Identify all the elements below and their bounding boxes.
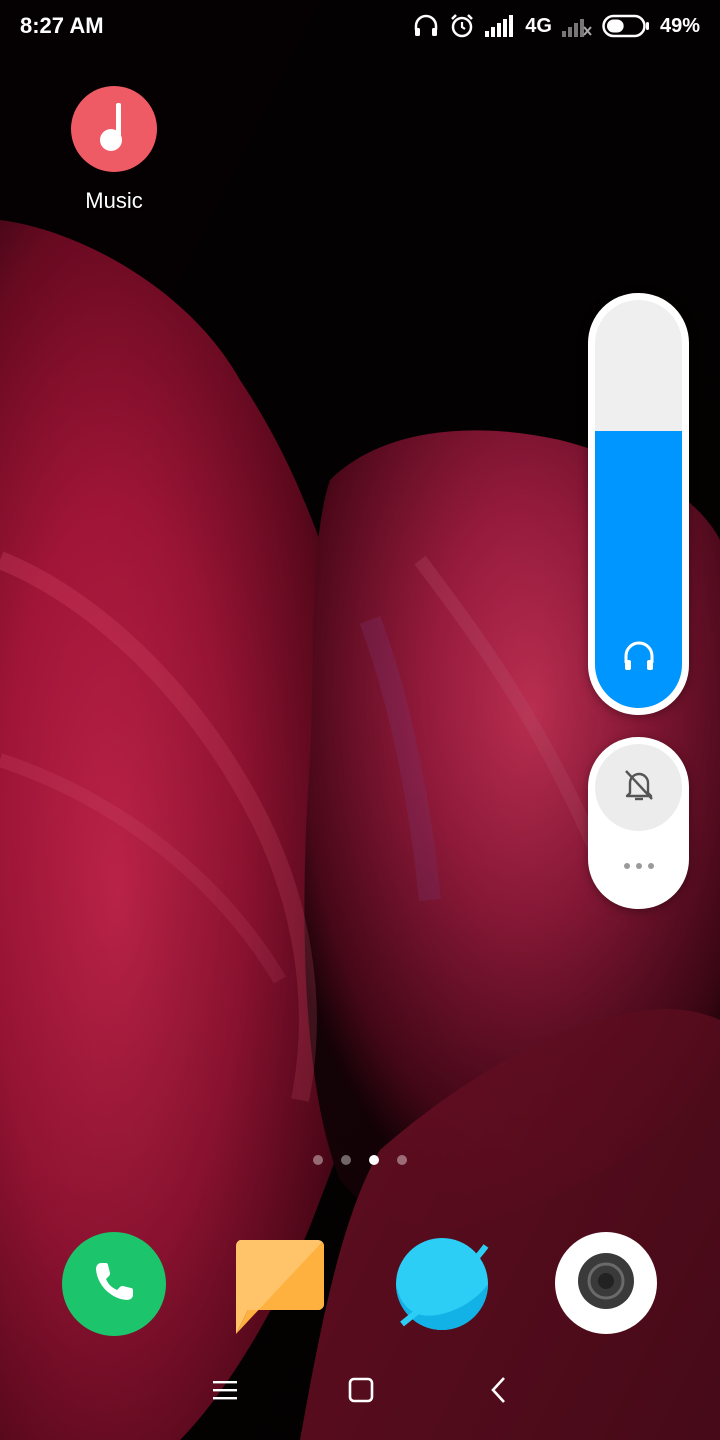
music-note-icon	[71, 86, 157, 172]
ringer-toggle-button[interactable]	[595, 744, 682, 831]
home-icon	[348, 1377, 374, 1408]
dock-browser-app[interactable]	[394, 1236, 490, 1332]
status-time: 8:27 AM	[20, 13, 104, 38]
battery-percent: 49%	[659, 14, 700, 37]
more-dots-icon[interactable]	[588, 851, 689, 881]
menu-icon	[213, 1379, 237, 1406]
app-music[interactable]: Music	[68, 86, 160, 214]
wallpaper	[0, 0, 720, 1440]
dock-camera-app[interactable]	[555, 1232, 657, 1334]
camera-icon	[576, 1251, 636, 1316]
alarm-icon	[449, 13, 475, 39]
status-icons: 4G 49%	[413, 13, 700, 39]
headphones-icon	[413, 14, 439, 38]
page-dot[interactable]	[313, 1155, 323, 1165]
app-label: Music	[85, 188, 143, 213]
signal-no-sim-icon	[561, 15, 592, 37]
dock-phone-app[interactable]	[62, 1232, 166, 1336]
media-volume-slider[interactable]	[588, 293, 689, 715]
network-type: 4G	[525, 14, 552, 37]
navigation-bar	[0, 1360, 720, 1424]
back-button[interactable]	[471, 1370, 527, 1414]
home-button[interactable]	[333, 1370, 389, 1414]
browser-icon	[394, 1238, 490, 1336]
page-dot[interactable]	[341, 1155, 351, 1165]
phone-icon	[89, 1257, 139, 1312]
page-indicator	[0, 1155, 720, 1165]
messages-icon	[234, 1240, 324, 1340]
dock-messages-app[interactable]	[234, 1240, 324, 1336]
signal-icon	[485, 15, 515, 37]
status-bar: 8:27 AM 4G 49%	[0, 0, 720, 52]
bell-muted-icon	[622, 767, 656, 808]
page-dot[interactable]	[369, 1155, 379, 1165]
ringer-panel	[588, 737, 689, 909]
back-icon	[490, 1376, 508, 1409]
recent-apps-button[interactable]	[197, 1370, 253, 1414]
headphones-icon	[622, 639, 656, 678]
volume-track[interactable]	[595, 300, 682, 708]
battery-icon	[602, 14, 650, 38]
page-dot[interactable]	[397, 1155, 407, 1165]
